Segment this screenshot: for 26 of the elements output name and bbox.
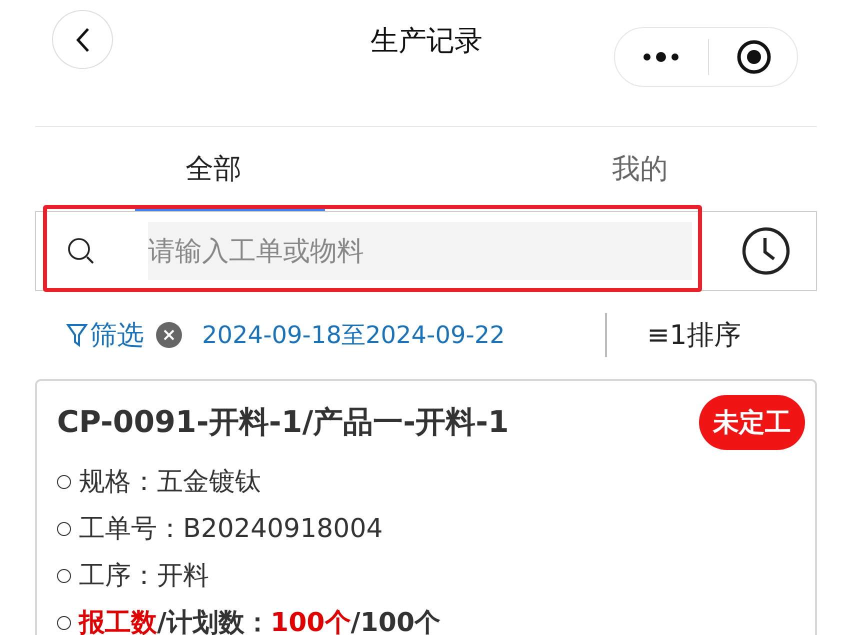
record-card[interactable]: CP-0091-开料-1/产品一-开料-1 未定工 规格：五金镀钛 工单号：B20240918004 工序：开料 报工数/计划数：100个/100个: [35, 379, 817, 635]
field-text: 工单号：B20240918004: [79, 513, 383, 546]
funnel-icon: [66, 322, 88, 348]
status-badge: 未定工: [699, 395, 805, 450]
target-icon[interactable]: [736, 39, 772, 75]
page-title: 生产记录: [370, 23, 484, 59]
more-icon[interactable]: [640, 51, 680, 63]
tab[interactable]: 全部: [0, 127, 426, 211]
tab[interactable]: 我的: [426, 127, 853, 211]
back-icon: [74, 26, 90, 52]
search-icon: [66, 236, 96, 266]
field-text: 规格：五金镀钛: [79, 466, 261, 499]
quantity-text: 报工数/计划数：100个/100个: [79, 607, 441, 635]
filter-button[interactable]: 筛选: [66, 317, 144, 353]
sort-button[interactable]: ≡1排序: [646, 317, 741, 353]
close-icon: [156, 322, 182, 348]
date-range: 2024-09-18至2024-09-22: [202, 320, 505, 351]
bullet-icon: [57, 616, 71, 630]
search-field[interactable]: 请输入工单或物料: [148, 222, 692, 280]
clear-button[interactable]: [156, 322, 182, 348]
field-text: 工序：开料: [79, 560, 209, 593]
bullet-icon: [57, 474, 71, 488]
bullet-icon: [57, 568, 71, 582]
record-title: CP-0091-开料-1/产品一-开料-1: [57, 404, 509, 442]
bullet-icon: [57, 522, 71, 536]
clock-icon[interactable]: [741, 226, 791, 276]
